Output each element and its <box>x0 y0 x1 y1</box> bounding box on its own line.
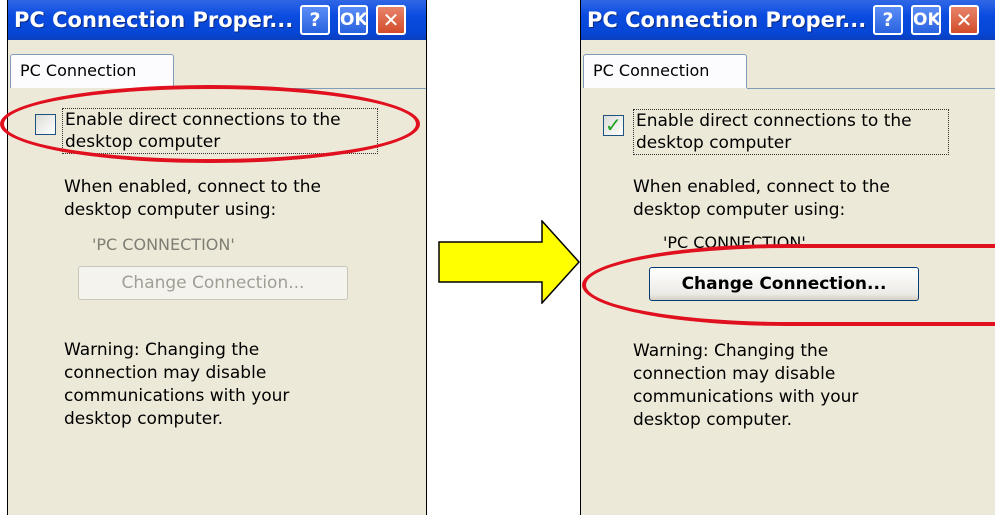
change-connection-button[interactable]: Change Connection... <box>649 267 919 301</box>
warning-text: Warning: Changing the connection may dis… <box>633 341 859 430</box>
enable-connections-label[interactable]: Enable direct connections to the desktop… <box>633 109 949 155</box>
window-title: PC Connection Proper... <box>587 8 867 32</box>
info-text: When enabled, connect to the desktop com… <box>633 177 890 220</box>
enable-connections-label[interactable]: Enable direct connections to the desktop… <box>62 108 378 154</box>
dialog-before: PC Connection Proper... ? OK ✕ PC Connec… <box>7 0 427 515</box>
ok-button[interactable]: OK <box>911 5 941 35</box>
tab-strip: PC Connection <box>8 40 426 93</box>
help-button[interactable]: ? <box>873 5 903 35</box>
title-bar: PC Connection Proper... ? OK ✕ <box>581 0 995 40</box>
close-icon: ✕ <box>955 8 973 32</box>
warning-text: Warning: Changing the connection may dis… <box>64 340 290 429</box>
tab-pc-connection[interactable]: PC Connection <box>10 54 174 88</box>
close-button[interactable]: ✕ <box>949 5 979 35</box>
help-button[interactable]: ? <box>300 5 330 35</box>
change-connection-button[interactable]: Change Connection... <box>78 266 348 300</box>
connection-name: 'PC CONNECTION' <box>92 235 235 254</box>
window-title: PC Connection Proper... <box>14 8 294 32</box>
title-bar: PC Connection Proper... ? OK ✕ <box>8 0 426 40</box>
close-button[interactable]: ✕ <box>376 5 406 35</box>
tab-pc-connection[interactable]: PC Connection <box>583 54 747 88</box>
tab-divider <box>174 88 426 89</box>
right-arrow-icon <box>438 220 580 304</box>
enable-connections-checkbox[interactable] <box>35 114 56 135</box>
enable-connections-checkbox[interactable]: ✓ <box>603 113 624 137</box>
ok-button[interactable]: OK <box>338 5 368 35</box>
tab-divider <box>747 88 995 89</box>
close-icon: ✕ <box>382 8 400 32</box>
info-text: When enabled, connect to the desktop com… <box>64 177 321 220</box>
connection-name: 'PC CONNECTION' <box>663 233 806 252</box>
tab-strip: PC Connection <box>581 40 995 93</box>
checkmark-icon: ✓ <box>605 113 622 137</box>
dialog-after: PC Connection Proper... ? OK ✕ PC Connec… <box>580 0 995 515</box>
